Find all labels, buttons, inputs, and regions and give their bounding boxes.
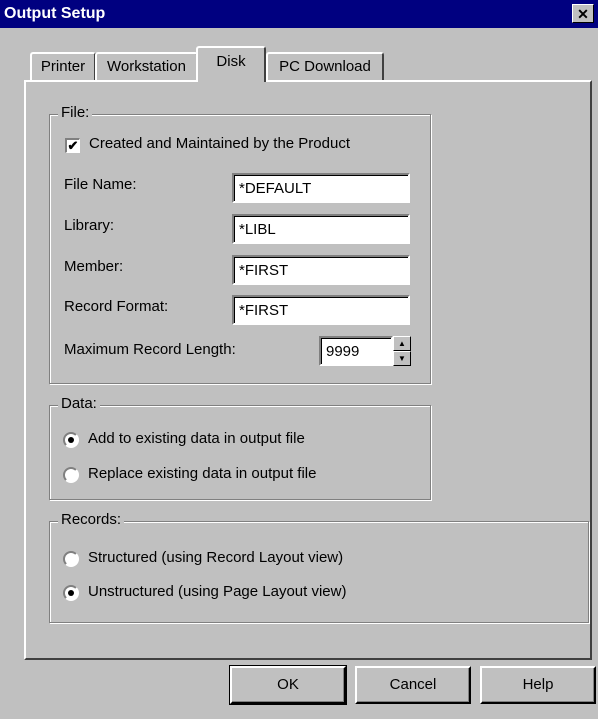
- created-checkbox-label[interactable]: Created and Maintained by the Product: [89, 135, 350, 152]
- tab-disk[interactable]: Disk: [196, 46, 266, 82]
- radio-unstructured-label[interactable]: Unstructured (using Page Layout view): [88, 583, 346, 600]
- record-format-label: Record Format:: [64, 298, 169, 315]
- member-input[interactable]: [232, 255, 410, 285]
- radio-structured-label[interactable]: Structured (using Record Layout view): [88, 549, 343, 566]
- tab-pc-download[interactable]: PC Download: [266, 52, 384, 80]
- data-group-legend: Data:: [58, 395, 100, 412]
- radio-replace-existing[interactable]: [63, 467, 79, 483]
- checkmark-icon: ✔: [67, 138, 79, 153]
- member-label: Member:: [64, 258, 124, 275]
- max-record-length-label: Maximum Record Length:: [64, 341, 236, 358]
- file-name-label: File Name:: [64, 176, 137, 193]
- data-groupbox: [49, 405, 431, 500]
- radio-replace-existing-label[interactable]: Replace existing data in output file: [88, 465, 316, 482]
- records-groupbox: [49, 521, 589, 623]
- created-checkbox[interactable]: ✔: [65, 138, 80, 153]
- max-record-length-spinner[interactable]: ▲ ▼: [393, 336, 411, 366]
- window-title: Output Setup: [4, 5, 106, 22]
- file-name-input[interactable]: [232, 173, 410, 203]
- radio-selected-dot: [68, 590, 74, 596]
- record-format-input[interactable]: [232, 295, 410, 325]
- radio-add-existing-label[interactable]: Add to existing data in output file: [88, 430, 305, 447]
- cancel-button[interactable]: Cancel: [355, 666, 471, 704]
- ok-button[interactable]: OK: [229, 665, 347, 705]
- radio-selected-dot: [68, 437, 74, 443]
- tab-disk-label: Disk: [216, 53, 246, 70]
- radio-structured[interactable]: [63, 551, 79, 567]
- tab-printer-label: Printer: [40, 58, 86, 75]
- file-group-legend: File:: [58, 104, 93, 121]
- help-button[interactable]: Help: [480, 666, 596, 704]
- max-record-length-input[interactable]: [319, 336, 393, 366]
- tab-workstation-label: Workstation: [107, 58, 186, 75]
- tab-printer[interactable]: Printer: [30, 52, 96, 80]
- records-group-legend: Records:: [58, 511, 125, 528]
- tab-workstation[interactable]: Workstation: [95, 52, 198, 80]
- library-input[interactable]: [232, 214, 410, 244]
- radio-add-existing[interactable]: [63, 432, 79, 448]
- title-bar: Output Setup ✕: [0, 0, 598, 28]
- spin-up-icon[interactable]: ▲: [393, 336, 411, 351]
- library-label: Library:: [64, 217, 115, 234]
- radio-unstructured[interactable]: [63, 585, 79, 601]
- spin-down-icon[interactable]: ▼: [393, 351, 411, 366]
- close-icon[interactable]: ✕: [572, 4, 594, 23]
- tab-pc-download-label: PC Download: [279, 58, 371, 75]
